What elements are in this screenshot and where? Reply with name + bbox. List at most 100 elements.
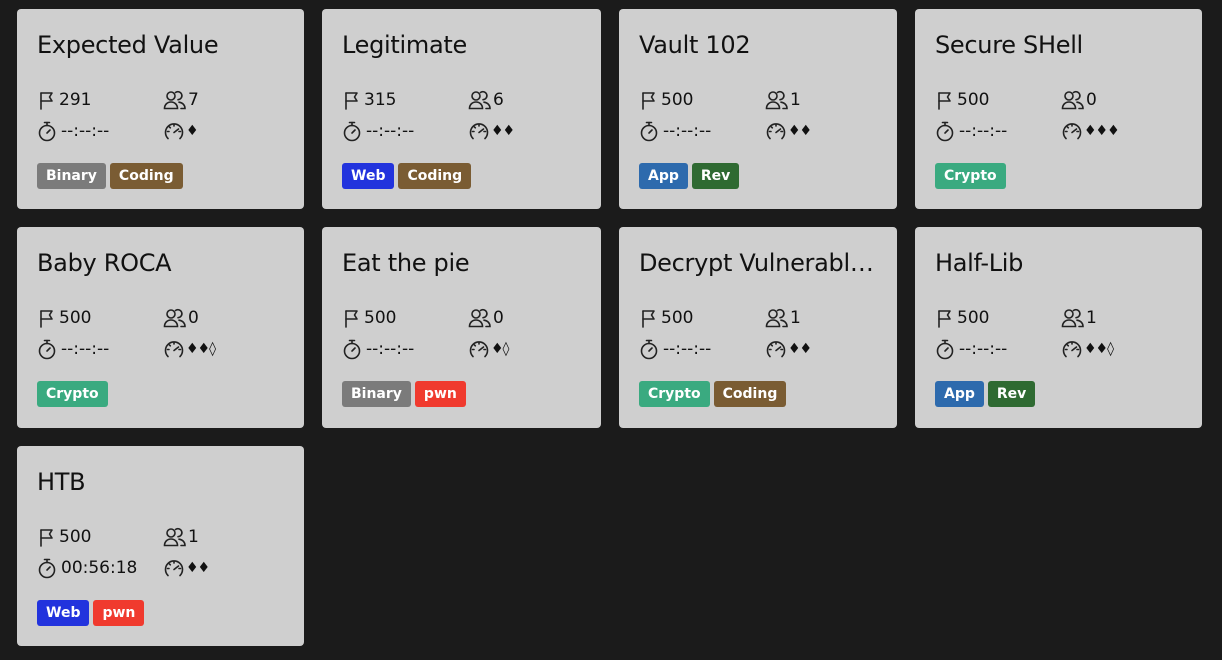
points-stat: 315 (342, 89, 396, 111)
time-stat: --:--:-- (342, 120, 414, 142)
challenge-card[interactable]: HTB 500 1 00:56:18 ♦♦ Web pwn (17, 446, 304, 646)
points-stat: 500 (639, 307, 693, 329)
difficulty-stat: ♦♦ (765, 120, 812, 142)
category-tag[interactable]: pwn (414, 381, 466, 407)
stopwatch-icon (342, 338, 366, 360)
points-stat: 500 (935, 307, 989, 329)
category-tag[interactable]: pwn (93, 600, 145, 626)
flag-icon (37, 308, 59, 328)
users-icon (765, 90, 790, 110)
stopwatch-icon (37, 338, 61, 360)
flag-icon (37, 527, 59, 547)
time-stat: --:--:-- (342, 338, 414, 360)
challenge-card[interactable]: Expected Value 291 7 --:--:-- ♦ Binary Coding (17, 9, 304, 209)
category-tag[interactable]: Web (342, 163, 395, 189)
users-icon (1061, 90, 1086, 110)
flag-icon (935, 308, 957, 328)
challenge-title: Expected Value (37, 31, 219, 59)
category-tag[interactable]: Web (37, 600, 90, 626)
users-icon (163, 527, 188, 547)
points-stat: 500 (935, 89, 989, 111)
solves-stat: 1 (163, 526, 199, 548)
speedometer-icon (468, 338, 491, 360)
flag-icon (639, 90, 661, 110)
category-tag[interactable]: Binary (37, 163, 106, 189)
points-stat-value: 500 (59, 308, 92, 328)
tag-list: App Rev (639, 163, 740, 189)
time-stat: --:--:-- (935, 338, 1007, 360)
challenge-title: Baby ROCA (37, 249, 172, 277)
difficulty-stat-value: ♦♦◊ (186, 341, 216, 357)
time-stat-value: --:--:-- (663, 339, 712, 359)
stopwatch-icon (935, 120, 959, 142)
points-stat: 291 (37, 89, 91, 111)
time-stat: --:--:-- (935, 120, 1007, 142)
challenge-title: Eat the pie (342, 249, 470, 277)
speedometer-icon (163, 120, 186, 142)
points-stat-value: 500 (661, 308, 694, 328)
users-icon (765, 308, 790, 328)
speedometer-icon (163, 338, 186, 360)
challenge-title: Legitimate (342, 31, 467, 59)
solves-stat-value: 1 (188, 527, 199, 547)
difficulty-stat: ♦♦♦ (1061, 120, 1120, 142)
category-tag[interactable]: App (639, 163, 688, 189)
time-stat-value: --:--:-- (366, 121, 415, 141)
category-tag[interactable]: Coding (109, 163, 183, 189)
difficulty-stat-value: ♦♦♦ (1084, 123, 1120, 139)
challenge-card[interactable]: Legitimate 315 6 --:--:-- ♦♦ Web Coding (322, 9, 601, 209)
solves-stat-value: 1 (790, 90, 801, 110)
difficulty-stat-value: ♦♦ (186, 560, 210, 576)
stopwatch-icon (342, 120, 366, 142)
solves-stat: 6 (468, 89, 504, 111)
speedometer-icon (765, 120, 788, 142)
solves-stat-value: 1 (790, 308, 801, 328)
category-tag[interactable]: Coding (398, 163, 472, 189)
solves-stat: 0 (1061, 89, 1097, 111)
tag-list: Web pwn (37, 600, 145, 626)
points-stat-value: 291 (59, 90, 92, 110)
speedometer-icon (468, 120, 491, 142)
difficulty-stat: ♦♦◊ (163, 338, 216, 360)
users-icon (1061, 308, 1086, 328)
difficulty-stat-value: ♦♦ (788, 123, 812, 139)
challenge-card[interactable]: Decrypt Vulnerable ... 500 1 --:--:-- ♦♦ Cryp… (619, 227, 897, 428)
points-stat-value: 500 (957, 308, 990, 328)
time-stat-value: --:--:-- (959, 339, 1008, 359)
challenge-title: Secure SHell (935, 31, 1083, 59)
difficulty-stat: ♦♦ (468, 120, 515, 142)
solves-stat-value: 6 (493, 90, 504, 110)
challenge-title: Decrypt Vulnerable ... (639, 249, 877, 277)
tag-list: Web Coding (342, 163, 472, 189)
speedometer-icon (163, 557, 186, 579)
challenge-card[interactable]: Eat the pie 500 0 --:--:-- ♦◊ Binary pwn (322, 227, 601, 428)
challenge-card[interactable]: Baby ROCA 500 0 --:--:-- ♦♦◊ Crypto (17, 227, 304, 428)
category-tag[interactable]: App (935, 381, 984, 407)
solves-stat: 0 (163, 307, 199, 329)
category-tag[interactable]: Rev (987, 381, 1036, 407)
difficulty-stat-value: ♦◊ (491, 341, 509, 357)
category-tag[interactable]: Crypto (37, 381, 108, 407)
tag-list: Crypto (935, 163, 1006, 189)
time-stat: 00:56:18 (37, 557, 137, 579)
difficulty-stat: ♦ (163, 120, 199, 142)
solves-stat-value: 7 (188, 90, 199, 110)
flag-icon (639, 308, 661, 328)
solves-stat: 0 (468, 307, 504, 329)
challenge-card[interactable]: Vault 102 500 1 --:--:-- ♦♦ App Rev (619, 9, 897, 209)
flag-icon (935, 90, 957, 110)
solves-stat-value: 0 (493, 308, 504, 328)
challenge-card[interactable]: Secure SHell 500 0 --:--:-- ♦♦♦ Crypto (915, 9, 1202, 209)
category-tag[interactable]: Crypto (639, 381, 710, 407)
flag-icon (342, 308, 364, 328)
difficulty-stat-value: ♦♦◊ (1084, 341, 1114, 357)
challenge-card[interactable]: Half-Lib 500 1 --:--:-- ♦♦◊ App Rev (915, 227, 1202, 428)
speedometer-icon (1061, 120, 1084, 142)
points-stat-value: 500 (957, 90, 990, 110)
category-tag[interactable]: Binary (342, 381, 411, 407)
stopwatch-icon (639, 120, 663, 142)
solves-stat: 1 (765, 89, 801, 111)
category-tag[interactable]: Crypto (935, 163, 1006, 189)
category-tag[interactable]: Rev (691, 163, 740, 189)
category-tag[interactable]: Coding (713, 381, 787, 407)
